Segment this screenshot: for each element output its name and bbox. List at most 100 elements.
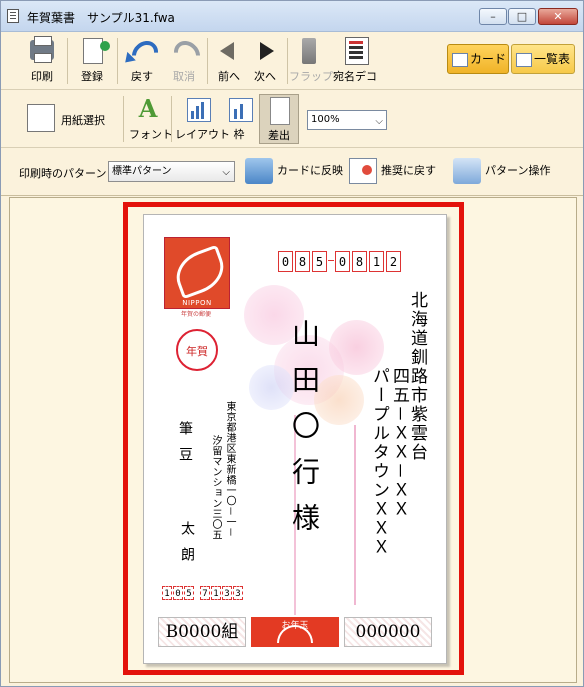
- title-bar: 年賀葉書 サンプル31.fwa – □ ✕: [1, 1, 583, 32]
- nenga-mark: 年賀: [176, 329, 218, 371]
- view-card-label: カード: [470, 52, 507, 66]
- reflect-to-card-button[interactable]: カードに反映: [245, 158, 343, 184]
- reflect-card-icon: [245, 158, 273, 184]
- chevron-down-icon: ⌵: [222, 167, 230, 178]
- app-window: 年賀葉書 サンプル31.fwa – □ ✕ 印刷 登録 戻す 取消 前へ 次へ …: [0, 0, 584, 687]
- separator: [117, 38, 118, 84]
- chevron-down-icon: ⌵: [375, 116, 383, 127]
- pattern-label: 印刷時のパターン: [19, 167, 107, 180]
- next-label: 次へ: [254, 70, 276, 83]
- restore-recommend-label: 推奨に戻す: [381, 164, 436, 177]
- main-toolbar: 印刷 登録 戻す 取消 前へ 次へ フラップ 宛名デコ カード 一覧表: [1, 32, 583, 90]
- list-view-icon: [516, 53, 532, 67]
- font-icon: A: [138, 94, 158, 123]
- pattern-toolbar: 印刷時のパターン 標準パターン ⌵ カードに反映 推奨に戻す パターン操作: [1, 148, 583, 196]
- print-label: 印刷: [31, 70, 53, 83]
- minimize-button[interactable]: –: [479, 8, 507, 25]
- font-label: フォント: [129, 128, 173, 141]
- separator: [171, 96, 172, 142]
- printer-icon: [25, 36, 59, 66]
- redo-label: 取消: [173, 70, 195, 83]
- pattern-ops-icon: [453, 158, 481, 184]
- prev-label: 前へ: [218, 70, 240, 83]
- redo-button[interactable]: 取消: [165, 35, 206, 86]
- zip-digit: 8: [352, 251, 367, 272]
- window-title: 年賀葉書 サンプル31.fwa: [27, 11, 175, 25]
- sender-zip-digit: 5: [184, 586, 194, 600]
- zip-digit: 8: [295, 251, 310, 272]
- next-button[interactable]: 次へ: [247, 36, 283, 86]
- undo-icon: [125, 35, 164, 73]
- restore-recommend-button[interactable]: 推奨に戻す: [349, 158, 436, 184]
- sender-zip-digit: 1: [162, 586, 172, 600]
- undo-label: 戻す: [131, 70, 153, 83]
- zip-digit: 0: [278, 251, 293, 272]
- sender-zip-digit: 3: [222, 586, 232, 600]
- pattern-ops-button[interactable]: パターン操作: [453, 158, 550, 184]
- zip-separator: [328, 260, 334, 261]
- register-button[interactable]: 登録: [71, 36, 113, 86]
- restore-recommend-icon: [349, 158, 377, 184]
- register-label: 登録: [81, 70, 103, 83]
- sender-button[interactable]: 差出: [259, 94, 299, 144]
- lottery-number: 000000: [344, 617, 432, 647]
- reflect-to-card-label: カードに反映: [277, 164, 343, 177]
- zip-digit: 0: [335, 251, 350, 272]
- postcard[interactable]: NIPPON 年賀の郵便 年賀 0 8 5 0 8 1 2 北海道釧路市紫雲台 …: [143, 214, 447, 664]
- lottery-label-box: お年玉: [251, 617, 339, 647]
- sender-zip-digit: 1: [211, 586, 221, 600]
- undo-button[interactable]: 戻す: [123, 35, 164, 86]
- redo-icon: [167, 35, 206, 73]
- separator: [287, 38, 288, 84]
- layout-icon: [180, 94, 214, 124]
- sender-zip-digit: 0: [173, 586, 183, 600]
- zip-digit: 1: [369, 251, 384, 272]
- view-list-button[interactable]: 一覧表: [511, 44, 575, 74]
- zip-digit: 2: [386, 251, 401, 272]
- separator: [207, 38, 208, 84]
- flower-decoration: [314, 375, 364, 425]
- address-deco-button[interactable]: 宛名デコ: [331, 36, 379, 86]
- sender-icon: [262, 95, 296, 125]
- paper-select-button[interactable]: 用紙選択: [23, 94, 115, 142]
- layout-label: レイアウト: [175, 128, 230, 141]
- recipient-name: 山田〇行様: [288, 319, 321, 549]
- font-button[interactable]: A フォント: [129, 94, 173, 144]
- format-toolbar: 用紙選択 A フォント レイアウト 枠 差出 100% ⌵: [1, 90, 583, 148]
- pattern-select[interactable]: 標準パターン ⌵: [108, 161, 235, 182]
- stamp-subtext: 年賀の郵便: [180, 311, 211, 318]
- frame-label: 枠: [233, 128, 245, 141]
- pattern-value: 標準パターン: [112, 166, 172, 177]
- prev-button[interactable]: 前へ: [211, 36, 247, 86]
- print-button[interactable]: 印刷: [21, 36, 63, 86]
- lottery-label: お年玉: [281, 621, 309, 631]
- sender-zip-digit: 7: [200, 586, 210, 600]
- layout-button[interactable]: レイアウト: [175, 94, 230, 144]
- paper-icon: [27, 104, 55, 132]
- sender-name-family: 筆豆: [177, 421, 193, 473]
- chevron-right-icon: [248, 36, 282, 66]
- ribbon-decoration: [354, 425, 356, 605]
- sender-zip-digit: 3: [233, 586, 243, 600]
- separator: [123, 96, 124, 142]
- lottery-group: B0000組: [158, 617, 246, 647]
- app-icon: [7, 9, 19, 23]
- stamp-text: NIPPON: [182, 299, 212, 307]
- maximize-button[interactable]: □: [508, 8, 536, 25]
- sender-address-line2: 汐留マンション三〇五: [210, 435, 221, 540]
- frame-button[interactable]: 枠: [221, 94, 257, 144]
- register-icon: [75, 36, 110, 66]
- close-button[interactable]: ✕: [538, 8, 578, 25]
- flap-label: フラップ: [289, 70, 333, 83]
- view-list-label: 一覧表: [534, 52, 571, 66]
- flap-button[interactable]: フラップ: [289, 36, 333, 86]
- zoom-select[interactable]: 100% ⌵: [307, 110, 387, 130]
- zip-digit: 5: [312, 251, 327, 272]
- view-card-button[interactable]: カード: [447, 44, 509, 74]
- chevron-left-icon: [212, 36, 246, 66]
- card-view-icon: [452, 53, 468, 67]
- address-deco-icon: [338, 36, 372, 66]
- pattern-ops-label: パターン操作: [485, 164, 551, 177]
- sender-name-given: 太朗: [179, 521, 195, 573]
- flap-icon: [292, 36, 326, 66]
